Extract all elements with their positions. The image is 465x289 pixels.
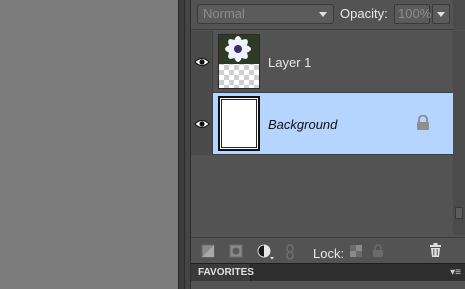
adjustment-layer-icon[interactable] (257, 244, 275, 260)
panel-splitter[interactable] (178, 0, 185, 289)
layers-scrollbar[interactable] (453, 31, 465, 235)
favorites-panel-body (191, 281, 465, 289)
flower-image (219, 35, 259, 64)
trash-icon[interactable] (429, 243, 442, 258)
opacity-value: 100% (398, 6, 432, 21)
opacity-dropdown-button[interactable] (432, 4, 450, 24)
layer-thumbnail (218, 96, 260, 151)
panel-menu-icon[interactable]: ▾≡ (450, 267, 461, 278)
layers-options-row: Normal Opacity: 100% (191, 0, 465, 30)
add-mask-icon[interactable] (229, 244, 243, 258)
tab-favorites[interactable]: FAVORITES (191, 264, 254, 282)
chevron-down-icon (319, 12, 327, 17)
layer-thumbnail (218, 34, 260, 89)
lock-transparent-icon[interactable] (350, 245, 362, 257)
eye-icon (194, 120, 210, 128)
layers-panel: Normal Opacity: 100% Layer 1 Background … (191, 0, 465, 289)
opacity-input[interactable]: 100% (394, 4, 432, 24)
layers-list: Layer 1 Background (191, 31, 461, 235)
layers-toolbar: Lock: (191, 237, 465, 263)
new-layer-icon[interactable] (201, 244, 215, 258)
canvas-area[interactable] (0, 0, 178, 289)
opacity-label: Opacity: (340, 6, 388, 21)
layer-name: Layer 1 (268, 55, 312, 70)
blend-mode-select[interactable]: Normal (197, 4, 334, 24)
chevron-down-icon (437, 12, 445, 17)
blend-mode-value: Normal (203, 6, 245, 21)
link-layers-icon[interactable] (285, 244, 295, 260)
layer-row-layer-1[interactable]: Layer 1 (191, 31, 461, 93)
lock-all-icon[interactable] (372, 244, 384, 258)
lock-label: Lock: (313, 246, 345, 261)
scrollbar-track (453, 0, 465, 30)
layer-name: Background (268, 117, 338, 132)
favorites-panel-header: FAVORITES ▾≡ (191, 263, 465, 282)
eye-icon (194, 58, 210, 66)
lock-icon (417, 115, 429, 130)
layer-row-background[interactable]: Background (191, 93, 461, 155)
visibility-toggle[interactable] (191, 31, 213, 93)
scroll-thumb[interactable] (455, 207, 463, 219)
visibility-toggle[interactable] (191, 93, 213, 155)
